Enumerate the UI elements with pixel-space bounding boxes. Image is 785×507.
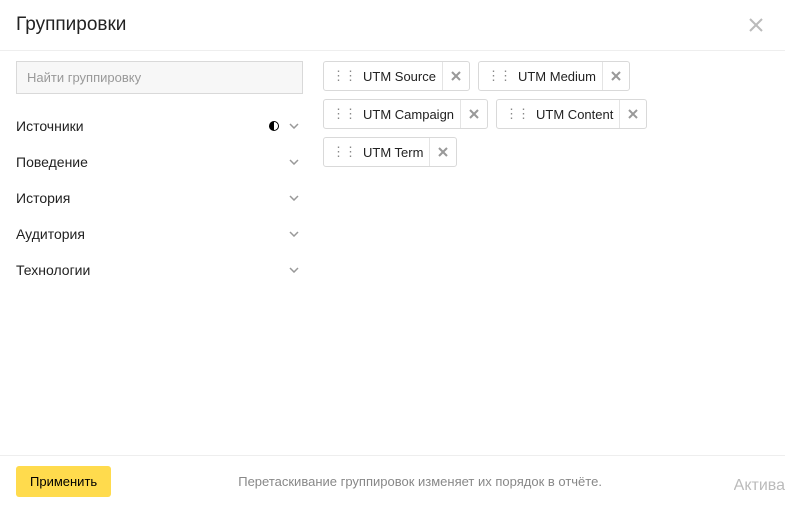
grouping-chip[interactable]: ⋮⋮ UTM Source xyxy=(323,61,470,91)
right-panel: ⋮⋮ UTM Source ⋮⋮ UTM Medium ⋮⋮ UTM Campa… xyxy=(315,51,785,456)
dialog-header: Группировки xyxy=(0,0,785,51)
left-panel: Источники Поведение История Аудитория xyxy=(0,51,315,456)
grouping-chip[interactable]: ⋮⋮ UTM Campaign xyxy=(323,99,488,129)
search-input[interactable] xyxy=(16,61,303,94)
drag-handle-icon[interactable]: ⋮⋮ xyxy=(479,68,518,84)
chip-label: UTM Content xyxy=(536,107,619,122)
category-item[interactable]: Аудитория xyxy=(16,216,303,252)
grouping-chip[interactable]: ⋮⋮ UTM Medium xyxy=(478,61,630,91)
drag-handle-icon[interactable]: ⋮⋮ xyxy=(324,68,363,84)
category-item[interactable]: Источники xyxy=(16,108,303,144)
grouping-chip[interactable]: ⋮⋮ UTM Term xyxy=(323,137,457,167)
category-label: Аудитория xyxy=(16,226,85,242)
dialog-footer: Применить Перетаскивание группировок изм… xyxy=(0,455,785,507)
drag-handle-icon[interactable]: ⋮⋮ xyxy=(324,144,363,160)
chip-remove-button[interactable] xyxy=(460,100,487,128)
watermark-text: Актива xyxy=(734,477,785,495)
chip-label: UTM Campaign xyxy=(363,107,460,122)
close-icon xyxy=(438,147,448,157)
category-label: История xyxy=(16,190,70,206)
close-icon xyxy=(611,71,621,81)
category-item[interactable]: История xyxy=(16,180,303,216)
apply-button[interactable]: Применить xyxy=(16,466,111,497)
category-label: Поведение xyxy=(16,154,88,170)
partial-indicator-icon xyxy=(269,121,279,131)
chip-remove-button[interactable] xyxy=(619,100,646,128)
close-icon xyxy=(628,109,638,119)
chip-remove-button[interactable] xyxy=(429,138,456,166)
chevron-down-icon xyxy=(289,229,299,239)
close-button[interactable] xyxy=(747,16,765,34)
chip-list: ⋮⋮ UTM Source ⋮⋮ UTM Medium ⋮⋮ UTM Campa… xyxy=(323,61,769,167)
chevron-down-icon xyxy=(289,193,299,203)
close-icon xyxy=(748,17,764,33)
chevron-down-icon xyxy=(289,157,299,167)
grouping-chip[interactable]: ⋮⋮ UTM Content xyxy=(496,99,647,129)
chip-label: UTM Term xyxy=(363,145,429,160)
chevron-down-icon xyxy=(289,121,299,131)
category-item[interactable]: Технологии xyxy=(16,252,303,288)
drag-handle-icon[interactable]: ⋮⋮ xyxy=(497,106,536,122)
drag-handle-icon[interactable]: ⋮⋮ xyxy=(324,106,363,122)
footer-hint: Перетаскивание группировок изменяет их п… xyxy=(111,474,769,489)
dialog-body: Источники Поведение История Аудитория xyxy=(0,51,785,456)
chip-remove-button[interactable] xyxy=(602,62,629,90)
chevron-down-icon xyxy=(289,265,299,275)
dialog-title: Группировки xyxy=(16,14,126,36)
chip-remove-button[interactable] xyxy=(442,62,469,90)
chip-label: UTM Medium xyxy=(518,69,602,84)
category-label: Технологии xyxy=(16,262,90,278)
chip-label: UTM Source xyxy=(363,69,442,84)
close-icon xyxy=(469,109,479,119)
category-item[interactable]: Поведение xyxy=(16,144,303,180)
category-label: Источники xyxy=(16,118,84,134)
close-icon xyxy=(451,71,461,81)
